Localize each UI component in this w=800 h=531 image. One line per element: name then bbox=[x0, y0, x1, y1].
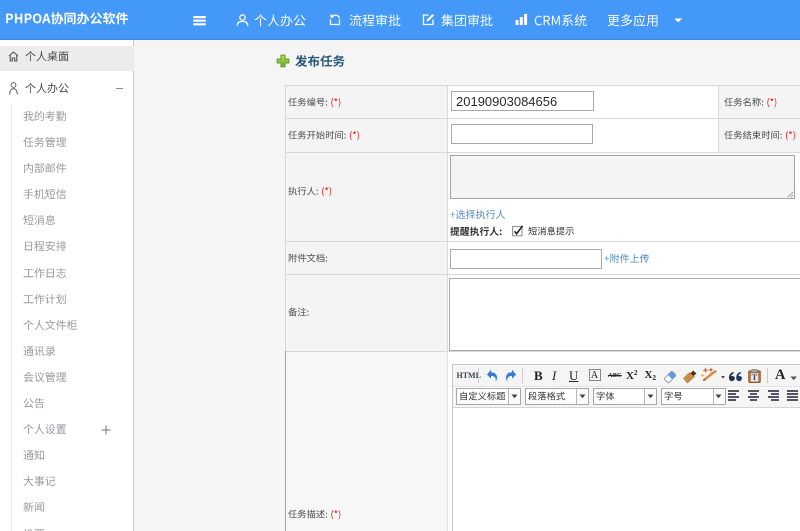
svg-text:T: T bbox=[752, 372, 758, 382]
